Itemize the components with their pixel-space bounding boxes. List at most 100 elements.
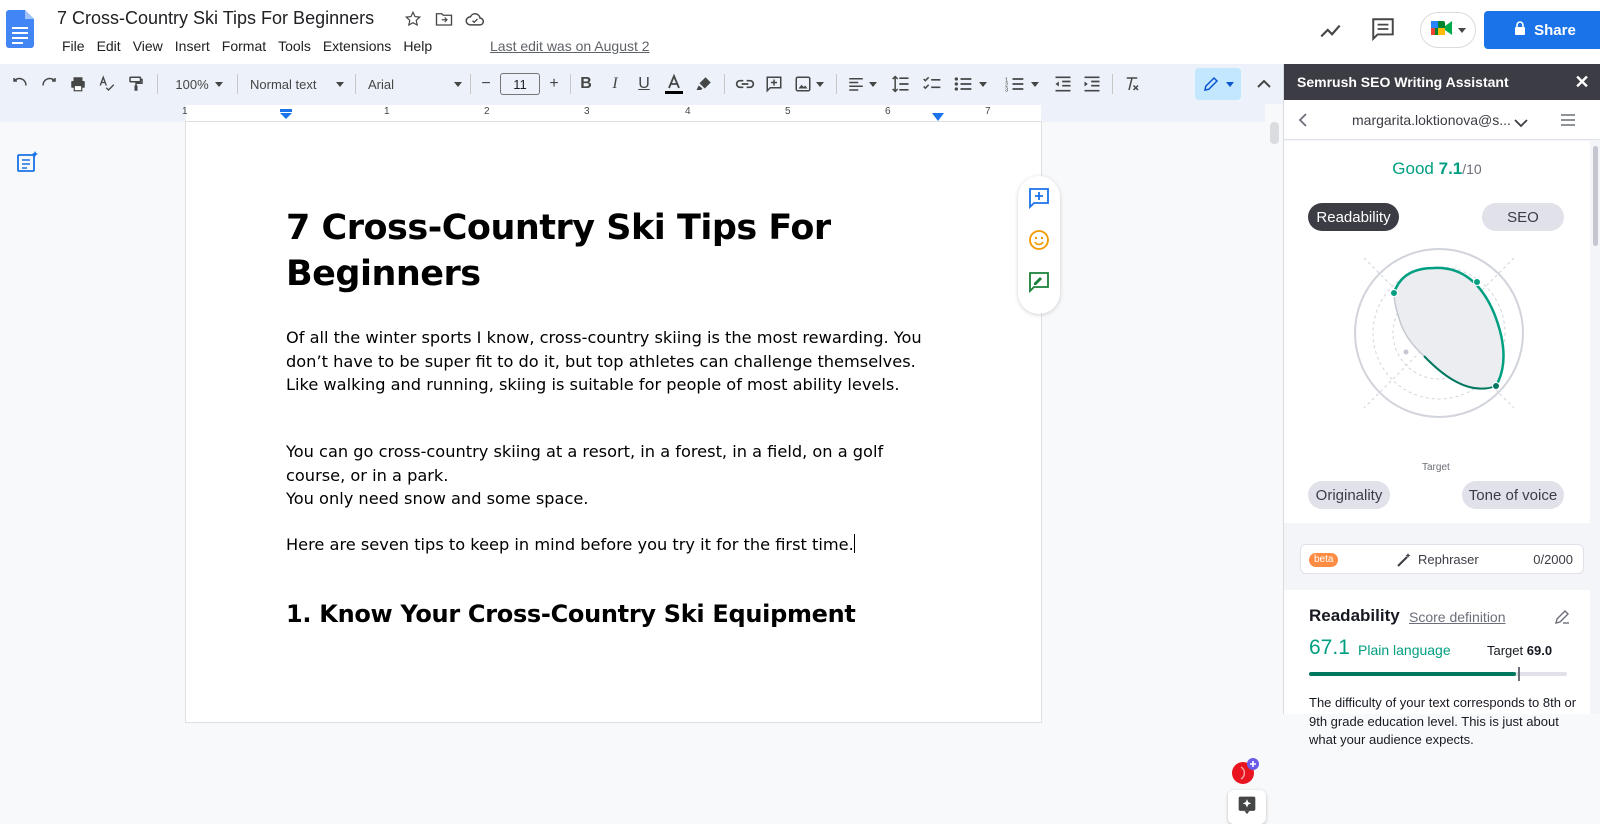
font-family-select[interactable]: Arial: [368, 70, 462, 98]
account-email[interactable]: margarita.loktionova@s...: [1352, 112, 1511, 128]
document-page[interactable]: 7 Cross-Country Ski Tips For Beginners O…: [186, 122, 1041, 722]
readability-level: Plain language: [1358, 642, 1451, 658]
print-icon[interactable]: [66, 70, 90, 98]
emoji-reaction-icon[interactable]: [1027, 228, 1051, 252]
decrease-font-size-button[interactable]: −: [476, 70, 496, 98]
zoom-select[interactable]: 100%: [170, 70, 228, 98]
hamburger-menu-icon[interactable]: [1560, 113, 1576, 132]
overall-score-card: Good 7.1/10 Readability SEO Originality …: [1284, 141, 1590, 523]
seo-pill[interactable]: SEO: [1482, 203, 1564, 231]
chevron-down-icon: [1458, 27, 1466, 33]
add-comment-icon[interactable]: [1027, 186, 1051, 210]
close-icon[interactable]: ✕: [1573, 73, 1591, 91]
menu-help[interactable]: Help: [397, 37, 438, 55]
readability-target: Target 69.0: [1487, 643, 1553, 658]
formatting-toolbar: 100% Normal text Arial − 11 + B I U 123: [0, 64, 1283, 104]
beta-badge: beta: [1309, 553, 1339, 567]
editing-mode-button[interactable]: [1195, 68, 1241, 100]
toolbar-divider: [1112, 74, 1113, 94]
move-folder-icon[interactable]: [434, 9, 454, 29]
line-spacing-icon[interactable]: [889, 70, 913, 98]
spellcheck-icon[interactable]: [95, 70, 119, 98]
clear-formatting-icon[interactable]: [1120, 70, 1144, 98]
chevron-down-icon: [1031, 81, 1039, 87]
back-chevron-icon[interactable]: [1298, 113, 1308, 132]
readability-progress-bar: [1309, 667, 1567, 681]
menu-edit[interactable]: Edit: [91, 37, 127, 55]
insert-image-icon[interactable]: [791, 70, 827, 98]
overall-score: Good 7.1/10: [1392, 159, 1482, 178]
comments-icon[interactable]: [1370, 16, 1396, 42]
menu-file[interactable]: File: [56, 37, 91, 55]
numbered-list-icon[interactable]: 123: [1002, 70, 1042, 98]
svg-text:3: 3: [1005, 88, 1008, 94]
readability-title: Readability: [1309, 606, 1400, 625]
last-edit-link[interactable]: Last edit was on August 2: [490, 37, 650, 55]
radar-target-label: Target: [1422, 462, 1450, 473]
paragraph-requirements[interactable]: You only need snow and some space.: [286, 487, 926, 511]
checklist-icon[interactable]: [920, 70, 944, 98]
toolbar-divider: [724, 74, 725, 94]
add-comment-icon[interactable]: [762, 70, 786, 98]
floating-actions-bar: [1018, 176, 1060, 314]
chevron-down-icon: [979, 81, 987, 87]
bulleted-list-icon[interactable]: [950, 70, 990, 98]
google-docs-logo-icon[interactable]: [6, 10, 34, 48]
document-title[interactable]: 7 Cross-Country Ski Tips For Beginners: [57, 8, 374, 29]
paragraph-locations[interactable]: You can go cross-country skiing at a res…: [286, 440, 926, 487]
paragraph-intro[interactable]: Of all the winter sports I know, cross-c…: [286, 326, 926, 397]
meet-button[interactable]: [1420, 12, 1476, 48]
score-radar-chart: [1354, 248, 1524, 418]
docs-header: 7 Cross-Country Ski Tips For Beginners F…: [0, 0, 1600, 64]
insert-link-icon[interactable]: [733, 70, 757, 98]
redo-icon[interactable]: [37, 70, 61, 98]
rephraser-bar[interactable]: beta Rephraser 0/2000: [1300, 544, 1584, 574]
toolbar-divider: [237, 74, 238, 94]
share-button[interactable]: Share: [1484, 11, 1600, 49]
undo-icon[interactable]: [8, 70, 32, 98]
text-color-icon[interactable]: [661, 70, 687, 98]
font-size-input[interactable]: 11: [500, 73, 540, 95]
activity-trend-icon[interactable]: [1318, 18, 1344, 44]
section-heading[interactable]: 1. Know Your Cross-Country Ski Equipment: [286, 600, 926, 628]
explore-button[interactable]: [1228, 790, 1266, 824]
menu-format[interactable]: Format: [216, 37, 272, 55]
star-icon[interactable]: [403, 9, 423, 29]
score-definition-link[interactable]: Score definition: [1409, 609, 1506, 625]
italic-icon[interactable]: I: [603, 70, 627, 98]
decrease-indent-icon[interactable]: [1051, 70, 1075, 98]
bold-icon[interactable]: B: [574, 70, 598, 98]
horizontal-ruler: 1 1 2 3 4 5 6 7: [0, 104, 1265, 122]
paragraph-style-select[interactable]: Normal text: [250, 70, 344, 98]
readability-pill[interactable]: Readability: [1308, 203, 1399, 231]
ruler-number: 1: [182, 106, 188, 117]
suggest-edits-icon[interactable]: [1027, 270, 1051, 294]
increase-font-size-button[interactable]: +: [544, 70, 564, 98]
panel-scrollbar[interactable]: [1593, 146, 1598, 246]
menu-view[interactable]: View: [127, 37, 169, 55]
align-icon[interactable]: [845, 70, 879, 98]
paragraph-tips-intro[interactable]: Here are seven tips to keep in mind befo…: [286, 533, 926, 557]
paint-format-icon[interactable]: [124, 70, 148, 98]
magic-wand-icon: [1396, 552, 1412, 573]
edit-icon[interactable]: [1554, 609, 1570, 630]
collapse-menus-icon[interactable]: [1252, 70, 1276, 98]
document-scrollbar[interactable]: [1270, 122, 1279, 144]
ruler-number: 7: [985, 106, 991, 117]
semrush-badge-icon[interactable]: [1232, 758, 1259, 784]
ruler-page-area: [186, 105, 1041, 121]
menu-extensions[interactable]: Extensions: [317, 37, 397, 55]
increase-indent-icon[interactable]: [1080, 70, 1104, 98]
tone-of-voice-pill[interactable]: Tone of voice: [1462, 481, 1564, 509]
document-outline-icon[interactable]: [15, 150, 39, 174]
cloud-saved-icon[interactable]: [465, 9, 485, 29]
menu-insert[interactable]: Insert: [169, 37, 216, 55]
ruler-number: 6: [885, 106, 891, 117]
document-heading[interactable]: 7 Cross-Country Ski Tips For Beginners: [286, 205, 846, 297]
underline-icon[interactable]: U: [632, 70, 656, 98]
chevron-down-icon[interactable]: [1514, 115, 1528, 133]
originality-pill[interactable]: Originality: [1308, 481, 1390, 509]
toolbar-divider: [355, 74, 356, 94]
highlight-color-icon[interactable]: [692, 70, 716, 98]
menu-tools[interactable]: Tools: [272, 37, 317, 55]
